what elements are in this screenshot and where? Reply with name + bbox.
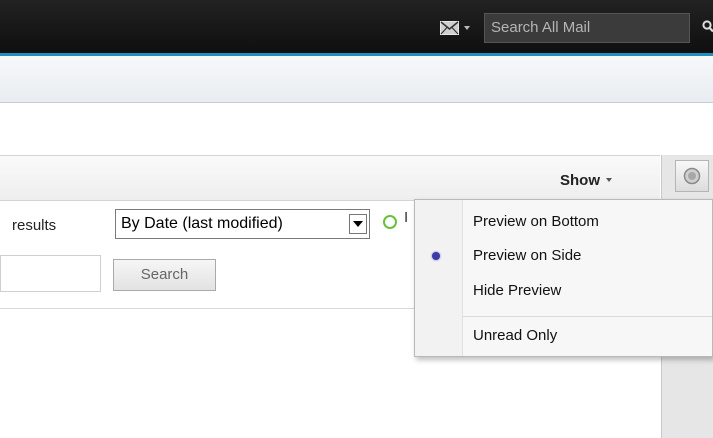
menu-item-preview-side[interactable]: Preview on Side (473, 247, 581, 264)
dropdown-arrow-icon[interactable] (349, 214, 367, 234)
menu-item-preview-bottom[interactable]: Preview on Bottom (473, 213, 599, 230)
chat-bubble-icon (683, 167, 701, 185)
chat-button[interactable] (675, 160, 709, 192)
status-indicator-icon (383, 215, 397, 229)
menu-separator (462, 316, 712, 317)
sub-header-bar (0, 56, 713, 103)
status-label-truncated: I (404, 209, 409, 226)
show-label: Show (560, 171, 600, 189)
section-divider (0, 308, 414, 309)
menu-icon-gutter (415, 200, 463, 356)
search-text-input[interactable] (0, 255, 101, 292)
search-icon[interactable] (702, 20, 713, 34)
show-menu-button[interactable]: Show (560, 170, 612, 190)
envelope-icon (440, 21, 459, 35)
show-dropdown-menu: Preview on Bottom Preview on Side Hide P… (414, 199, 713, 357)
results-label: results (12, 217, 57, 234)
chevron-down-icon (464, 26, 470, 30)
chevron-down-icon (606, 178, 612, 182)
selected-radio-icon (432, 252, 440, 260)
menu-item-unread-only[interactable]: Unread Only (473, 327, 557, 344)
search-all-mail-input[interactable]: Search All Mail (484, 13, 690, 43)
menu-item-hide-preview[interactable]: Hide Preview (473, 282, 561, 299)
search-placeholder: Search All Mail (491, 19, 591, 36)
mail-menu-button[interactable] (440, 20, 482, 36)
sort-order-select[interactable]: By Date (last modified) (115, 209, 370, 239)
sort-selected-value: By Date (last modified) (121, 215, 283, 232)
search-button[interactable]: Search (113, 259, 216, 291)
